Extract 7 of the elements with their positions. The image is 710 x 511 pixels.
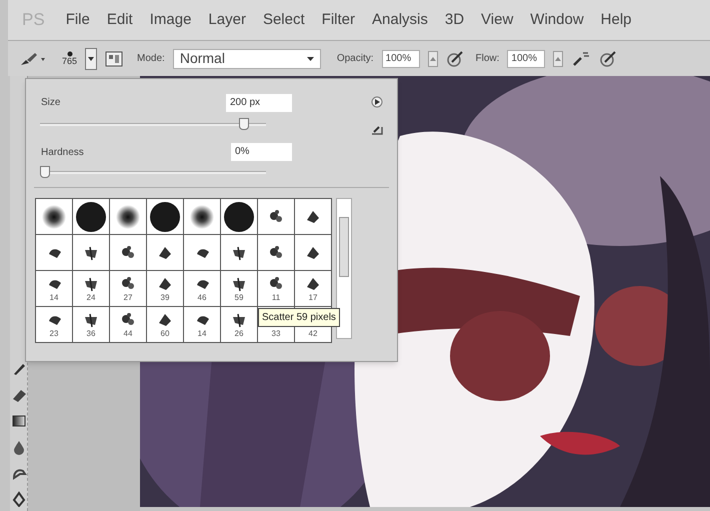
flow-label: Flow: <box>476 52 500 66</box>
opacity-label: Opacity: <box>336 52 374 66</box>
mode-label: Mode: <box>137 52 165 66</box>
size-label: Size <box>41 96 60 110</box>
brush-size-label: 765 <box>62 57 78 66</box>
brush-name-tooltip: Scatter 59 pixels <box>258 308 340 327</box>
hardness-label: Hardness <box>41 146 84 160</box>
